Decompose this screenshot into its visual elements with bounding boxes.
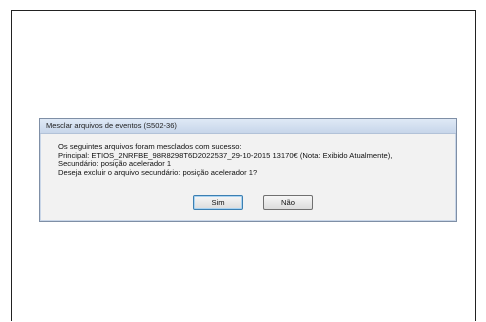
- no-button[interactable]: Não: [263, 195, 313, 210]
- dialog-titlebar[interactable]: Mesclar arquivos de eventos (S502-36): [40, 119, 456, 134]
- message-line-4: Deseja excluir o arquivo secundário: pos…: [58, 167, 258, 177]
- yes-button[interactable]: Sim: [193, 195, 243, 210]
- merge-events-dialog: Mesclar arquivos de eventos (S502-36) Os…: [39, 118, 457, 222]
- dialog-title: Mesclar arquivos de eventos (S502-36): [46, 121, 177, 130]
- dialog-body: Os seguintes arquivos foram mesclados co…: [41, 134, 455, 220]
- dialog-message: Os seguintes arquivos foram mesclados co…: [58, 142, 454, 177]
